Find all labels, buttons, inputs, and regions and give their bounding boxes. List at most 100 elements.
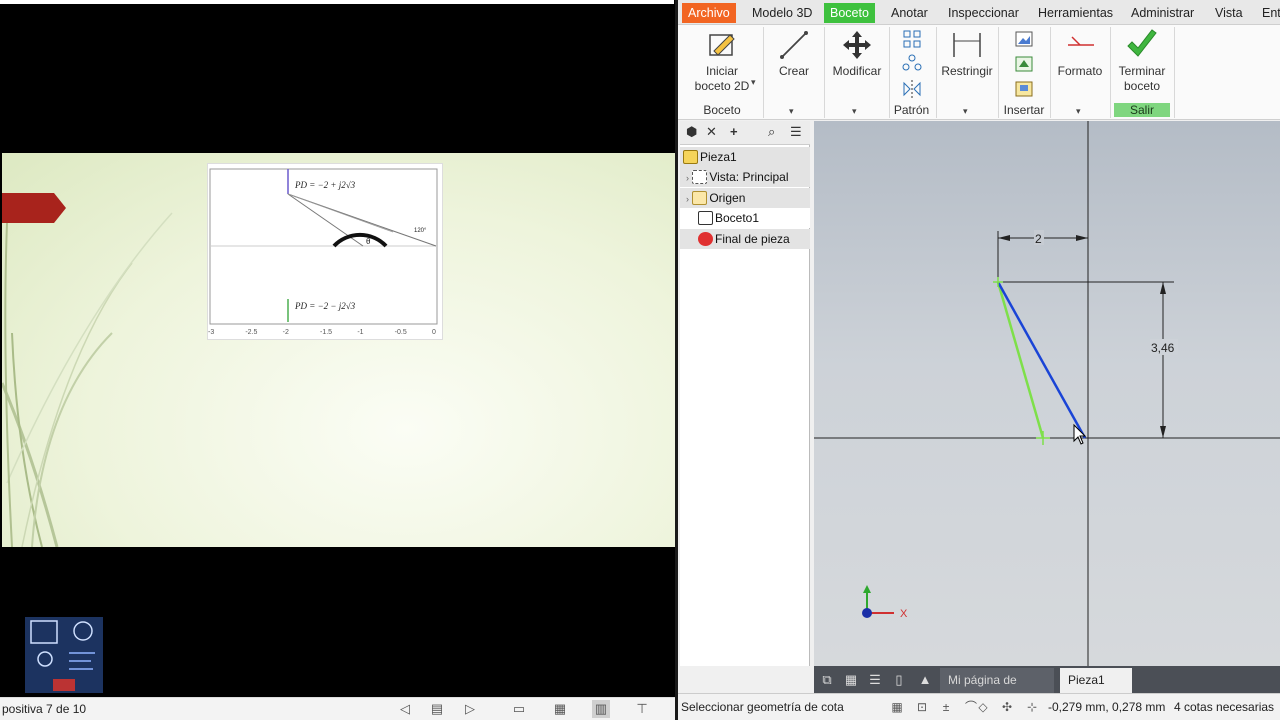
tab-herramientas[interactable]: Herramientas [1032,3,1119,23]
insert-acad-icon[interactable] [1014,79,1034,99]
expand-icon[interactable]: › [686,173,689,183]
circular-pattern-icon[interactable] [902,54,922,74]
tab-anotar[interactable]: Anotar [885,3,934,23]
insert-points-icon[interactable] [1014,54,1034,74]
browser-toolbar: ⬢ ✕ + ⌕ ☰ [680,121,810,145]
sketch-geometry: 2 3,46 X [814,121,1280,666]
format-button[interactable]: Formato [1054,29,1106,79]
blue-sketch-line[interactable] [996,281,1087,439]
grid-icon[interactable]: ▦ [888,698,906,716]
green-sketch-line[interactable] [996,281,1045,439]
checkmark-icon [1127,29,1157,57]
ribbon-panel: Iniciar boceto 2D ▾ Boceto Crear ▾ Modif… [678,25,1280,120]
constraint-icon[interactable]: ⊡ [913,698,931,716]
angle-label: 120° [414,228,427,234]
dims-needed: 4 cotas necesarias [1174,700,1275,714]
modify-button[interactable]: Modificar [828,29,886,79]
dimension-toggle-icon[interactable]: ± [937,698,955,716]
create-dropdown[interactable]: ▾ [789,106,794,117]
rectangular-pattern-icon[interactable] [902,29,922,49]
modify-dropdown[interactable]: ▾ [852,106,857,117]
panel-label-insertar: Insertar [1003,103,1045,117]
expand-icon[interactable]: › [686,194,689,204]
end-of-part-icon [698,232,713,246]
sketch-2d-icon [709,34,735,56]
create-button[interactable]: Crear [770,29,818,79]
start-sketch-dropdown[interactable]: ▾ [751,77,756,88]
tab-home-page[interactable]: Mi página de inic... [940,668,1054,712]
x-tick-label: -2 [283,329,289,336]
channel-logo [25,617,103,693]
model-browser: ⬢ ✕ + ⌕ ☰ Pieza1 › Vista: Principal › Or… [680,121,810,666]
mirror-icon[interactable] [902,79,922,99]
menu-icon[interactable]: ☰ [790,124,802,140]
reading-view-button[interactable]: ▥ [592,700,610,718]
view-icon [692,170,708,184]
x-tick-label: -0.5 [395,329,407,336]
panel-label-boceto: Boceto [703,103,741,117]
slideshow-button[interactable]: ⊤ [633,700,651,718]
insert-image-icon[interactable] [1014,29,1034,49]
infer-icon[interactable]: ◇ [974,698,992,716]
x-tick-label: -3 [208,329,214,336]
close-browser-icon[interactable]: ✕ [706,124,717,140]
part-icon [683,150,698,164]
root-locus-graph: PD = −2 + j2√3 PD = −2 − j2√3 120° θ -3-… [207,163,443,340]
document-tabs-bar: ⧉ ▦ ☰ ▯ ▲ Mi página de inic... Pieza1 ✕ [814,666,1280,712]
model-cube-icon[interactable]: ⬢ [686,124,697,140]
tab-boceto[interactable]: Boceto [824,3,875,23]
slide-sorter-button[interactable]: ▦ [551,700,569,718]
sketch-icon [698,211,713,225]
tab-vista[interactable]: Vista [1209,3,1249,23]
finish-sketch-button[interactable]: Terminar boceto [1114,29,1170,94]
panel-label-salir: Salir [1114,103,1170,117]
format-dropdown[interactable]: ▾ [1076,106,1081,117]
notes-button[interactable]: ▤ [428,700,446,718]
tree-item-boceto1[interactable]: Boceto1 [680,208,810,228]
tab-inspeccionar[interactable]: Inspeccionar [942,3,1025,23]
tree-item-vista[interactable]: › Vista: Principal [680,167,810,187]
point-icon[interactable]: ✣ [998,698,1016,716]
search-icon[interactable]: ⌕ [768,124,775,140]
x-tick-label: -2.5 [245,329,257,336]
tab-modelo-3d[interactable]: Modelo 3D [746,3,818,23]
tree-item-final-de-pieza[interactable]: Final de pieza [680,229,810,249]
dim-horizontal-label[interactable]: 2 [1035,232,1042,246]
slide-arrow-shape [2,193,66,223]
move-icon [843,31,871,59]
constrain-dropdown[interactable]: ▾ [963,106,968,117]
cascade-icon[interactable]: ⧉ [818,671,836,688]
measure-icon[interactable]: ⊹ [1023,698,1041,716]
expand-tabs-icon[interactable]: ▲ [916,671,934,688]
start-sketch-2d-button[interactable]: Iniciar boceto 2D [690,29,754,94]
dim-vertical-label[interactable]: 3,46 [1151,341,1175,355]
normal-view-button[interactable]: ▭ [510,700,528,718]
constrain-button[interactable]: Restringir [939,29,995,79]
tab-archivo[interactable]: Archivo [682,3,736,23]
panel-label-patron: Patrón [893,103,930,117]
tab-administrar[interactable]: Administrar [1125,3,1200,23]
presentation-status-bar: positiva 7 de 10 ◁ ▤ ▷ ▭ ▦ ▥ ⊤ [0,697,678,720]
line-tool-icon [780,31,808,59]
prev-slide-button[interactable]: ◁ [396,700,414,718]
folder-icon [692,191,708,205]
status-message: Seleccionar geometría de cota [681,700,844,714]
format-icon [1068,36,1094,46]
tree-item-pieza1[interactable]: Pieza1 [680,147,810,167]
tree-item-origen[interactable]: › Origen [680,188,810,208]
x-tick-label: -1 [357,329,363,336]
slide: PD = −2 + j2√3 PD = −2 − j2√3 120° θ -3-… [2,153,675,547]
tab-ent[interactable]: Ent [1256,3,1280,23]
tile-vertical-icon[interactable]: ▯ [890,671,908,688]
tile-horizontal-icon[interactable]: ☰ [866,671,884,688]
tab-pieza1[interactable]: Pieza1 ✕ [1060,668,1132,712]
presentation-viewer: PD = −2 + j2√3 PD = −2 − j2√3 120° θ -3-… [0,0,678,720]
add-browser-icon[interactable]: + [730,124,738,139]
graphics-canvas[interactable]: 2 3,46 X [814,121,1280,666]
tile-icon[interactable]: ▦ [842,671,860,688]
x-axis-label: X [900,608,908,620]
x-tick-label: 0 [432,329,436,336]
status-bar: Seleccionar geometría de cota ▦ ⊡ ± ⌒ ◇ … [678,693,1280,720]
next-slide-button[interactable]: ▷ [461,700,479,718]
x-tick-labels: -3 -2.5 -2 -1.5 -1 -0.5 0 [208,329,436,336]
